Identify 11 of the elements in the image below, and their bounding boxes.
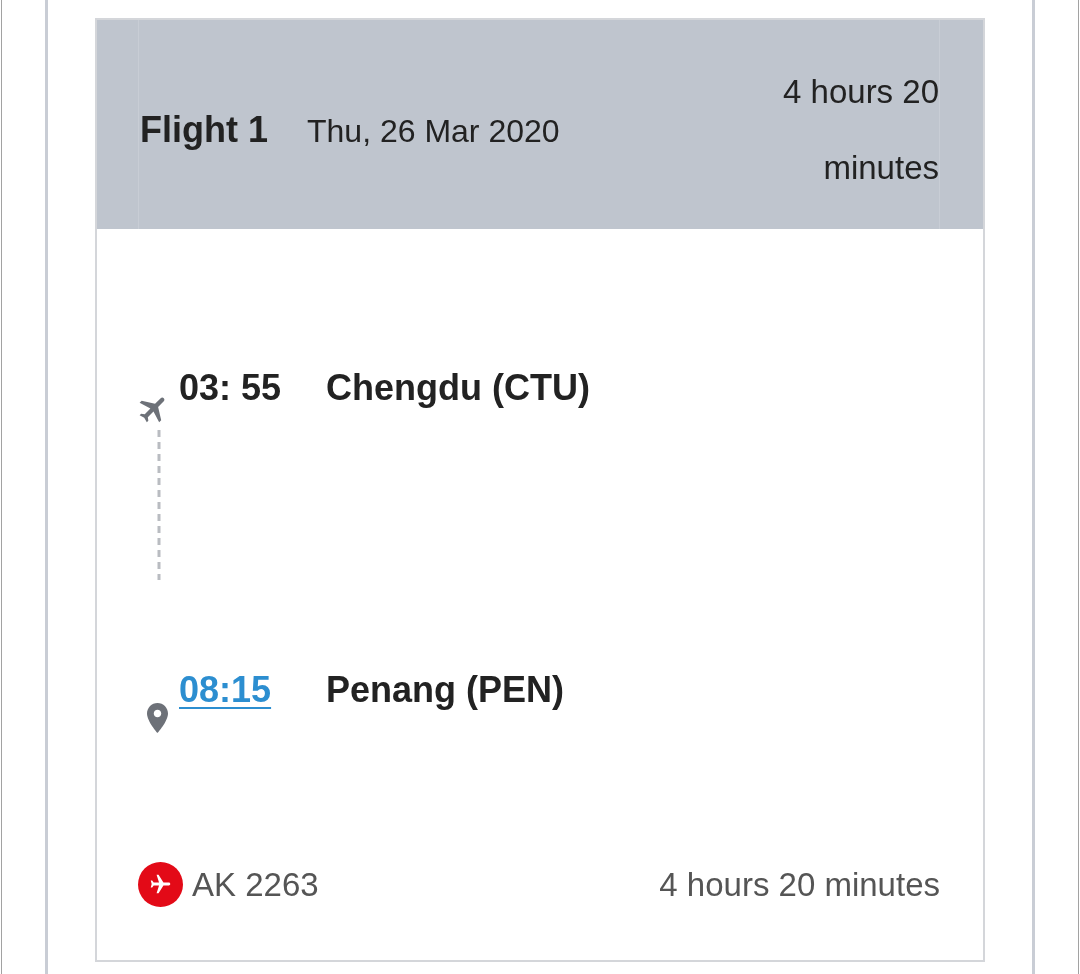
- flight-title: Flight 1: [140, 108, 268, 151]
- flight-number: AK 2263: [192, 865, 319, 904]
- airline-plane-logo-icon: [138, 862, 183, 907]
- airport-name: Chengdu (CTU): [326, 366, 590, 410]
- location-pin-icon: [147, 703, 168, 733]
- time-link[interactable]: 08:15: [179, 666, 272, 714]
- flight-duration: 4 hours 20 minutes: [659, 865, 940, 904]
- stop-time: 03: 55: [179, 366, 282, 410]
- flight-duration: 4 hours 20 minutes: [782, 71, 939, 188]
- airport-name: Penang (PEN): [326, 668, 565, 712]
- flight-date: Thu, 26 Mar 2020: [307, 112, 560, 150]
